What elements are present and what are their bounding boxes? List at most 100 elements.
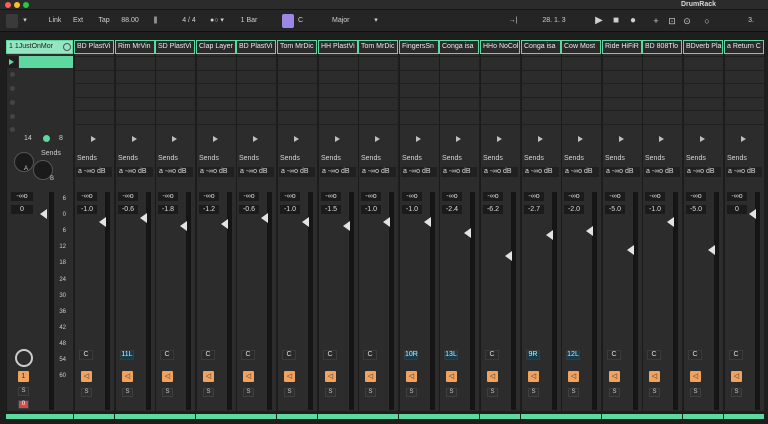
scale-select[interactable]: Major: [330, 14, 376, 28]
clip-slot[interactable]: [683, 83, 723, 97]
track-activator-button[interactable]: ◁: [487, 371, 498, 382]
scale-mode-icon[interactable]: [282, 14, 294, 28]
record-icon[interactable]: ●: [626, 14, 640, 28]
clip-slot[interactable]: [480, 56, 520, 70]
clip-launch-icon[interactable]: [619, 136, 624, 142]
pan-field[interactable]: 9R: [526, 350, 540, 360]
clip-slot[interactable]: [115, 56, 155, 70]
track-activator-button[interactable]: ◁: [284, 371, 295, 382]
clip-slot[interactable]: [439, 110, 479, 124]
clip-slot[interactable]: [399, 56, 439, 70]
send-a-field[interactable]: a -∞o dB: [320, 167, 356, 177]
volume-top[interactable]: -∞o: [77, 192, 97, 201]
clip-slot[interactable]: [358, 83, 398, 97]
volume-value[interactable]: -1.0: [361, 205, 381, 214]
pan-field[interactable]: C: [729, 350, 743, 360]
pan-field[interactable]: C: [241, 350, 255, 360]
clip-slot[interactable]: [236, 96, 276, 111]
automation-icon[interactable]: ⊙: [680, 14, 694, 28]
right-position[interactable]: 3.: [738, 14, 764, 28]
volume-value[interactable]: -5.0: [605, 205, 625, 214]
send-a-field[interactable]: a -∞o dB: [726, 167, 762, 177]
clip-slot[interactable]: [236, 110, 276, 124]
volume-top[interactable]: -∞o: [199, 192, 219, 201]
clip-slot[interactable]: [196, 69, 236, 84]
track-title[interactable]: FingersSn: [399, 40, 439, 54]
volume-top[interactable]: -∞o: [239, 192, 259, 201]
track-title[interactable]: Conga isa: [521, 40, 561, 54]
volume-value[interactable]: -6.2: [483, 205, 503, 214]
clip-slot[interactable]: [439, 83, 479, 97]
stop-icon[interactable]: ■: [609, 14, 623, 28]
volume-fader-handle[interactable]: [343, 221, 350, 232]
clip-launch-icon[interactable]: [294, 136, 299, 142]
clip-slot[interactable]: [318, 110, 358, 124]
pan-field[interactable]: C: [688, 350, 702, 360]
clip-launch-icon[interactable]: [700, 136, 705, 142]
solo-button[interactable]: S: [487, 388, 498, 397]
clip-slot[interactable]: [358, 56, 398, 70]
clip-slot[interactable]: [115, 110, 155, 124]
clip-slot[interactable]: [561, 96, 601, 111]
clip-slot[interactable]: [602, 96, 642, 111]
volume-fader-handle[interactable]: [99, 217, 106, 228]
volume-fader-handle[interactable]: [424, 217, 431, 228]
volume-value[interactable]: -1.5: [321, 205, 341, 214]
send-a-field[interactable]: a -∞o dB: [523, 167, 559, 177]
clip-slot[interactable]: [683, 96, 723, 111]
volume-value[interactable]: -1.0: [280, 205, 300, 214]
clip-slot[interactable]: [724, 69, 764, 84]
solo-button[interactable]: S: [528, 388, 539, 397]
solo-button[interactable]: S: [325, 388, 336, 397]
send-a-field[interactable]: a -∞o dB: [685, 167, 721, 177]
pan-field[interactable]: 10R: [404, 350, 418, 360]
track-title[interactable]: Ride HiFiR: [602, 40, 642, 54]
master-number-button[interactable]: 1: [18, 371, 29, 382]
clip-slot[interactable]: [724, 110, 764, 124]
master-volume-top[interactable]: -∞o: [11, 192, 33, 201]
quantize-select[interactable]: 1 Bar: [235, 14, 263, 28]
volume-top[interactable]: -∞o: [118, 192, 138, 201]
clip-slot[interactable]: [642, 96, 682, 111]
volume-value[interactable]: -1.2: [199, 205, 219, 214]
clip-slot[interactable]: [683, 69, 723, 84]
clip-slot[interactable]: [358, 96, 398, 111]
track-title[interactable]: HHo NoCol: [480, 40, 520, 54]
master-volume-value[interactable]: 0: [11, 205, 33, 214]
ext-button[interactable]: Ext: [69, 14, 87, 28]
volume-value[interactable]: 0: [727, 205, 747, 214]
clip-slot[interactable]: [561, 69, 601, 84]
clip-slot[interactable]: [358, 110, 398, 124]
volume-fader-handle[interactable]: [221, 219, 228, 230]
clip-slot[interactable]: [480, 110, 520, 124]
track-activator-button[interactable]: ◁: [731, 371, 742, 382]
link-button[interactable]: Link: [45, 14, 65, 28]
send-a-field[interactable]: a -∞o dB: [279, 167, 315, 177]
clip-slot[interactable]: [277, 56, 317, 70]
clip-slot[interactable]: [521, 83, 561, 97]
clip-slot[interactable]: [236, 83, 276, 97]
volume-top[interactable]: -∞o: [158, 192, 178, 201]
track-activator-button[interactable]: ◁: [690, 371, 701, 382]
crossfade-icon[interactable]: [15, 349, 33, 367]
clip-slot[interactable]: [196, 96, 236, 111]
pan-field[interactable]: C: [79, 350, 93, 360]
clip-slot[interactable]: [155, 96, 195, 111]
solo-button[interactable]: S: [81, 388, 92, 397]
clip-slot[interactable]: [74, 69, 114, 84]
track-activator-button[interactable]: ◁: [122, 371, 133, 382]
send-a-field[interactable]: a -∞o dB: [401, 167, 437, 177]
pan-field[interactable]: C: [282, 350, 296, 360]
clip-launch-icon[interactable]: [659, 136, 664, 142]
track-title[interactable]: BDverb Pla: [683, 40, 723, 54]
chevron-down-icon[interactable]: ▾: [20, 14, 30, 28]
clip-slot[interactable]: [399, 69, 439, 84]
clip-slot[interactable]: [236, 56, 276, 70]
clip-slot[interactable]: [480, 83, 520, 97]
track-activator-button[interactable]: ◁: [325, 371, 336, 382]
clip-slot[interactable]: [399, 83, 439, 97]
clip-play-icon[interactable]: [9, 59, 14, 65]
track-activator-button[interactable]: ◁: [649, 371, 660, 382]
clip-launch-icon[interactable]: [335, 136, 340, 142]
clip-slot[interactable]: [277, 96, 317, 111]
